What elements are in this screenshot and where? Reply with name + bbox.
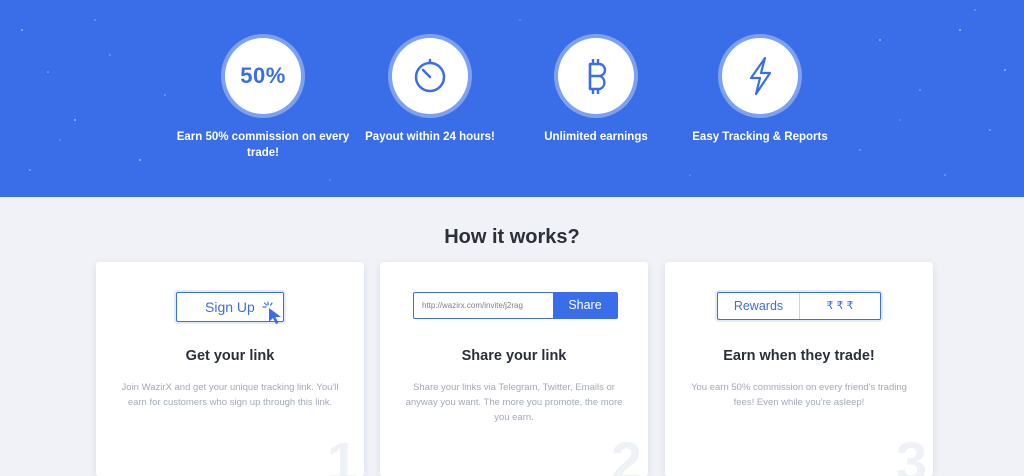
rupee-icons: ₹ ₹ ₹	[826, 300, 854, 312]
percent-badge-text: 50%	[240, 63, 286, 88]
feature-tracking: Easy Tracking & Reports	[670, 38, 850, 145]
feature-payout: Payout within 24 hours!	[340, 38, 520, 145]
step-1-number: 1	[326, 430, 358, 476]
lightning-icon	[722, 38, 798, 114]
step-1-heading: Get your link	[185, 348, 275, 364]
step-3-description: You earn 50% commission on every friend'…	[691, 382, 907, 408]
step-card-2: http://wazirx.com/invite/j2rag Share Sha…	[380, 262, 648, 476]
step-2-number: 2	[610, 430, 642, 476]
rewards-label: Rewards	[718, 293, 800, 319]
feature-commission: 50% Earn 50% commission on every trade!	[173, 38, 353, 161]
step-card-3: Rewards ₹ ₹ ₹ Earn when they trade! You …	[665, 262, 933, 476]
step-card-1: Sign Up Get your link Join WazirX and ge…	[96, 262, 364, 476]
feature-payout-text: Payout within 24 hours!	[365, 131, 495, 143]
step-1-description: Join WazirX and get your unique tracking…	[121, 382, 339, 408]
percent-badge: 50%	[225, 38, 301, 114]
feature-earnings-text: Unlimited earnings	[544, 131, 648, 143]
share-link-box: http://wazirx.com/invite/j2rag Share	[413, 292, 618, 319]
hero-banner: 50% Earn 50% commission on every trade! …	[0, 0, 1024, 197]
step-2-heading: Share your link	[461, 348, 567, 364]
feature-commission-text: Earn 50% commission on every trade!	[176, 131, 350, 159]
feature-tracking-text: Easy Tracking & Reports	[692, 131, 828, 143]
cursor-click-icon	[262, 301, 281, 324]
feature-earnings: Unlimited earnings	[506, 38, 686, 145]
step-3-number: 3	[895, 430, 927, 476]
section-title: How it works?	[444, 226, 580, 248]
share-button[interactable]: Share	[553, 293, 617, 318]
step-2-description: Share your links via Telegram, Twitter, …	[405, 382, 623, 423]
rewards-box: Rewards ₹ ₹ ₹	[717, 292, 881, 320]
bitcoin-icon	[558, 38, 634, 114]
step-3-heading: Earn when they trade!	[723, 348, 875, 364]
invite-url-field[interactable]: http://wazirx.com/invite/j2rag	[414, 293, 553, 318]
timer-icon	[392, 38, 468, 114]
